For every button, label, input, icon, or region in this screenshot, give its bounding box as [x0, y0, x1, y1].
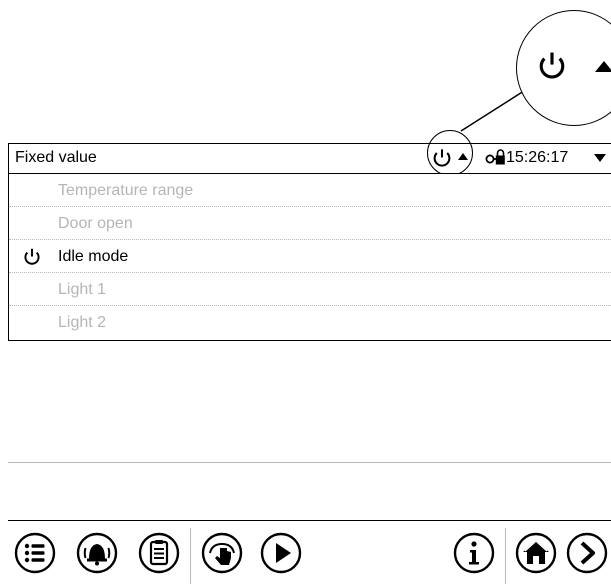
up-arrow-icon[interactable]: [457, 151, 469, 163]
alarm-bell-icon[interactable]: [75, 531, 119, 575]
event-list: Temperature range Door open Idle mode Li…: [8, 173, 611, 341]
power-icon: [24, 248, 40, 265]
status-header: Fixed value 15:26:17: [8, 130, 611, 176]
menu-list-icon[interactable]: [13, 531, 57, 575]
list-item: Light 2: [9, 306, 611, 339]
list-item-label: Light 1: [58, 281, 107, 298]
play-icon[interactable]: [259, 531, 303, 575]
power-icon[interactable]: [429, 145, 455, 171]
home-icon[interactable]: [514, 531, 558, 575]
list-item-label: Temperature range: [58, 182, 194, 199]
divider: [8, 462, 611, 463]
dropdown-arrow-icon[interactable]: [593, 153, 607, 163]
clipboard-icon[interactable]: [137, 531, 181, 575]
list-item: Light 1: [9, 273, 611, 306]
callout-magnifier: [516, 10, 611, 126]
toolbar-separator: [505, 528, 506, 584]
toolbar-separator: [190, 528, 191, 584]
info-icon[interactable]: [452, 531, 496, 575]
next-arrow-icon[interactable]: [565, 531, 609, 575]
list-item-label: Door open: [58, 215, 133, 232]
clock-time: 15:26:17: [506, 149, 569, 166]
toolbar-border: [8, 520, 611, 521]
list-item: Temperature range: [9, 174, 611, 207]
power-icon: [539, 52, 565, 79]
manual-touch-icon[interactable]: [200, 531, 244, 575]
list-item-label: Light 2: [58, 314, 107, 331]
key-lock-icon: [485, 149, 505, 165]
page-title: Fixed value: [15, 149, 97, 166]
up-arrow-icon: [595, 61, 611, 72]
list-item-label: Idle mode: [58, 248, 129, 265]
list-item[interactable]: Idle mode: [9, 240, 611, 273]
list-item: Door open: [9, 207, 611, 240]
